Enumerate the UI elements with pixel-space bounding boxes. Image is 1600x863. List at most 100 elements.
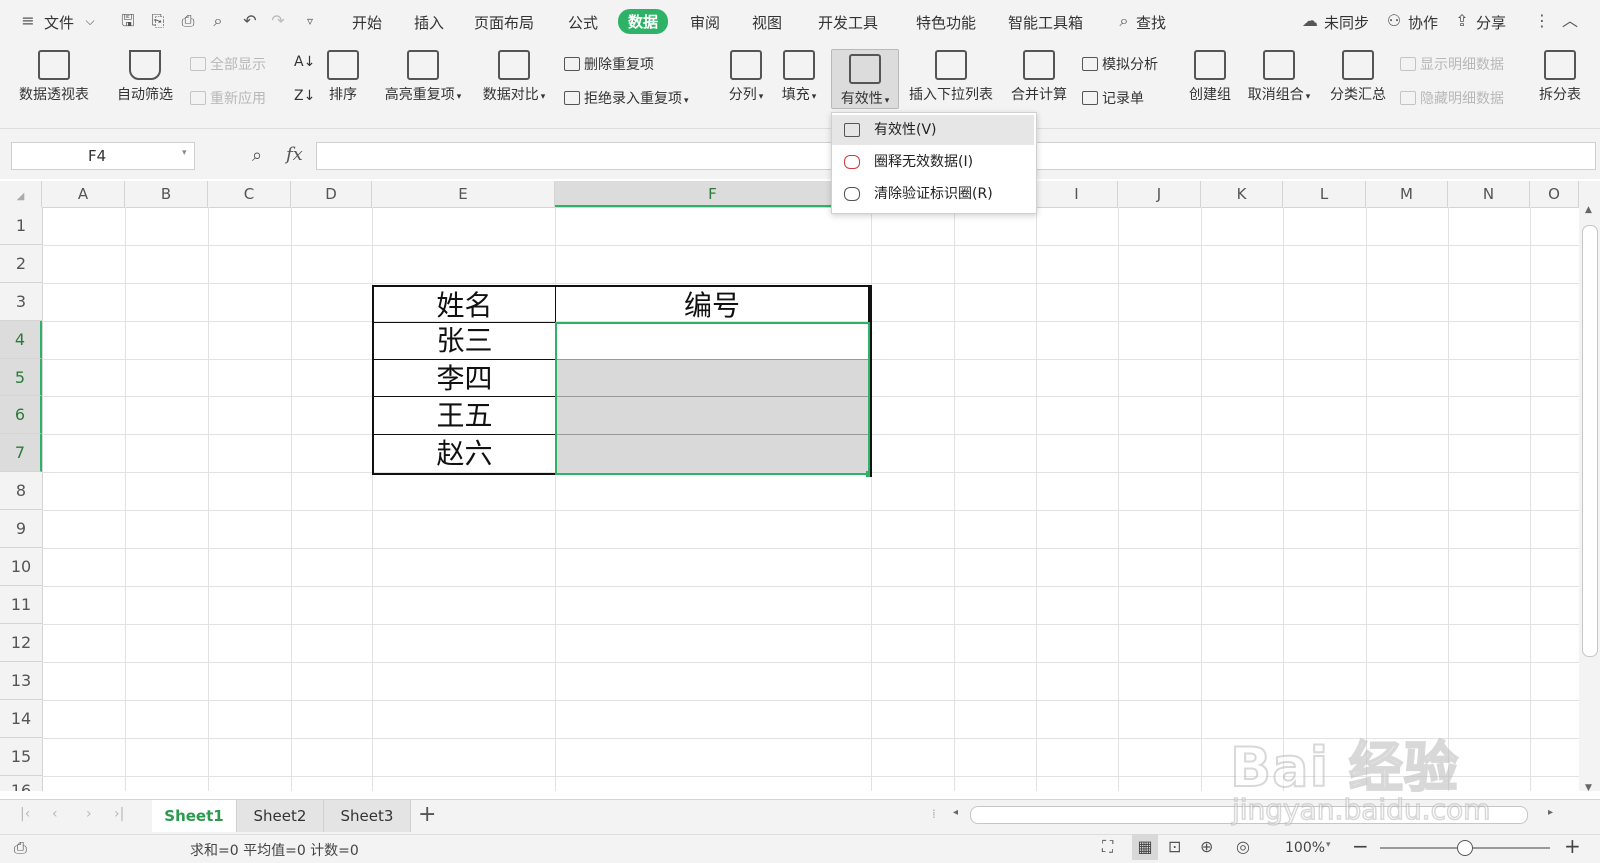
fill-button[interactable]: 填充: [776, 48, 822, 104]
row-header-selected[interactable]: 4: [0, 321, 42, 359]
name-cell[interactable]: 李四: [372, 360, 556, 397]
tab-data[interactable]: 数据: [618, 9, 669, 34]
row-header[interactable]: 15: [0, 738, 42, 776]
data-validation-button[interactable]: 有效性: [831, 49, 899, 109]
tab-insert[interactable]: 插入: [414, 12, 444, 33]
sort-button[interactable]: 排序: [324, 48, 362, 104]
search-button[interactable]: 查找: [1136, 12, 1166, 33]
ungroup-button[interactable]: 取消组合: [1244, 48, 1314, 104]
row-header[interactable]: 2: [0, 245, 42, 283]
row-header[interactable]: 10: [0, 548, 42, 586]
tab-page-layout[interactable]: 页面布局: [474, 12, 534, 33]
macro-record-icon[interactable]: ⎙: [14, 838, 27, 858]
column-header[interactable]: J: [1118, 181, 1201, 207]
collaborate-button[interactable]: 协作: [1408, 12, 1438, 33]
tab-view[interactable]: 视图: [752, 12, 782, 33]
hamburger-menu-icon[interactable]: ≡: [18, 11, 38, 31]
redo-icon[interactable]: ↷: [268, 11, 288, 31]
chevron-down-icon[interactable]: ▾: [182, 148, 187, 158]
zoom-in-button[interactable]: +: [1564, 834, 1581, 858]
scroll-left-icon[interactable]: ◂: [953, 807, 958, 818]
zoom-formula-icon[interactable]: ⌕: [252, 145, 262, 166]
cloud-sync-icon[interactable]: ☁: [1300, 11, 1320, 31]
create-group-button[interactable]: 创建组: [1186, 48, 1234, 104]
tab-review[interactable]: 审阅: [690, 12, 720, 33]
tab-special[interactable]: 特色功能: [916, 12, 976, 33]
hide-detail-button[interactable]: 隐藏明细数据: [1400, 88, 1504, 108]
normal-view-icon[interactable]: ▦: [1132, 834, 1158, 860]
menu-item-clear-circles[interactable]: 清除验证标识圈(R): [832, 179, 1034, 209]
sheet-tab-1[interactable]: Sheet1: [152, 800, 237, 832]
row-header[interactable]: 13: [0, 662, 42, 700]
chevron-down-icon[interactable]: ▾: [1326, 840, 1331, 850]
header-cell-id[interactable]: 编号: [555, 285, 870, 323]
name-cell[interactable]: 张三: [372, 322, 556, 360]
name-box[interactable]: F4 ▾: [11, 142, 195, 170]
column-header[interactable]: K: [1201, 181, 1283, 207]
vertical-scroll-thumb[interactable]: [1582, 225, 1598, 657]
row-header[interactable]: 16: [0, 776, 42, 791]
share-icon[interactable]: ⇪: [1452, 11, 1472, 31]
subtotal-button[interactable]: 分类汇总: [1326, 48, 1390, 104]
header-cell-name[interactable]: 姓名: [372, 285, 556, 323]
column-header-selected[interactable]: F: [555, 181, 871, 207]
column-header[interactable]: O: [1530, 181, 1579, 207]
record-form-button[interactable]: 记录单: [1082, 88, 1144, 108]
sort-ascending-button[interactable]: A↓: [294, 54, 315, 70]
row-header-selected[interactable]: 6: [0, 396, 42, 434]
row-header[interactable]: 14: [0, 700, 42, 738]
row-header-selected[interactable]: 7: [0, 434, 42, 472]
save-icon[interactable]: 🖫: [118, 11, 138, 31]
customize-toolbar-icon[interactable]: ▿: [300, 11, 320, 31]
sort-descending-button[interactable]: Z↓: [294, 88, 315, 104]
reapply-button[interactable]: 重新应用: [190, 88, 266, 108]
column-header[interactable]: L: [1283, 181, 1366, 207]
scroll-right-icon[interactable]: ▸: [1548, 807, 1553, 818]
collapse-ribbon-icon[interactable]: ︿: [1560, 11, 1580, 31]
column-header[interactable]: E: [372, 181, 555, 207]
consolidate-button[interactable]: 合并计算: [1008, 48, 1070, 104]
splitter-icon[interactable]: ⁞: [932, 807, 936, 821]
scroll-up-icon[interactable]: ▲: [1585, 205, 1592, 215]
tab-smart-toolbox[interactable]: 智能工具箱: [1008, 12, 1083, 33]
show-detail-button[interactable]: 显示明细数据: [1400, 54, 1504, 74]
row-header-selected[interactable]: 5: [0, 359, 42, 396]
column-header[interactable]: D: [291, 181, 372, 207]
select-all-corner[interactable]: ◢: [0, 181, 42, 207]
sheet-tab-2[interactable]: Sheet2: [237, 800, 324, 832]
row-header[interactable]: 3: [0, 283, 42, 321]
name-cell[interactable]: 赵六: [372, 435, 556, 475]
prev-sheet-icon[interactable]: ‹: [52, 806, 58, 822]
row-header[interactable]: 11: [0, 586, 42, 624]
name-cell[interactable]: 王五: [372, 397, 556, 435]
column-header[interactable]: B: [125, 181, 208, 207]
row-header[interactable]: 8: [0, 472, 42, 510]
row-header[interactable]: 9: [0, 510, 42, 548]
first-sheet-icon[interactable]: |‹: [20, 806, 30, 822]
insert-dropdown-list-button[interactable]: 插入下拉列表: [906, 48, 996, 104]
zoom-level[interactable]: 100%: [1285, 840, 1325, 856]
last-sheet-icon[interactable]: ›|: [114, 806, 124, 822]
scroll-down-icon[interactable]: ▼: [1585, 783, 1592, 793]
zoom-slider-knob[interactable]: [1457, 840, 1473, 856]
highlight-duplicates-button[interactable]: 高亮重复项: [380, 48, 466, 104]
menu-item-validity[interactable]: 有效性(V): [832, 115, 1034, 145]
what-if-analysis-button[interactable]: 模拟分析: [1082, 54, 1158, 74]
tab-formula[interactable]: 公式: [568, 12, 598, 33]
sheet-tab-3[interactable]: Sheet3: [324, 800, 411, 832]
share-button[interactable]: 分享: [1476, 12, 1506, 33]
chevron-down-icon[interactable]: ⌵: [80, 11, 100, 31]
split-table-button[interactable]: 拆分表: [1534, 48, 1586, 104]
column-header[interactable]: A: [42, 181, 125, 207]
more-options-icon[interactable]: ⋮: [1532, 11, 1552, 31]
eye-protection-icon[interactable]: ◎: [1236, 837, 1250, 856]
menu-item-circle-invalid[interactable]: 圈释无效数据(I): [832, 147, 1034, 177]
sync-status[interactable]: 未同步: [1324, 12, 1369, 33]
search-icon[interactable]: ⌕: [1114, 11, 1134, 31]
page-layout-view-icon[interactable]: ⊕: [1200, 837, 1213, 856]
column-header[interactable]: C: [208, 181, 291, 207]
column-header[interactable]: M: [1366, 181, 1448, 207]
tab-home[interactable]: 开始: [352, 12, 382, 33]
row-header[interactable]: 1: [0, 207, 42, 245]
fullscreen-icon[interactable]: ⛶: [1102, 837, 1113, 857]
